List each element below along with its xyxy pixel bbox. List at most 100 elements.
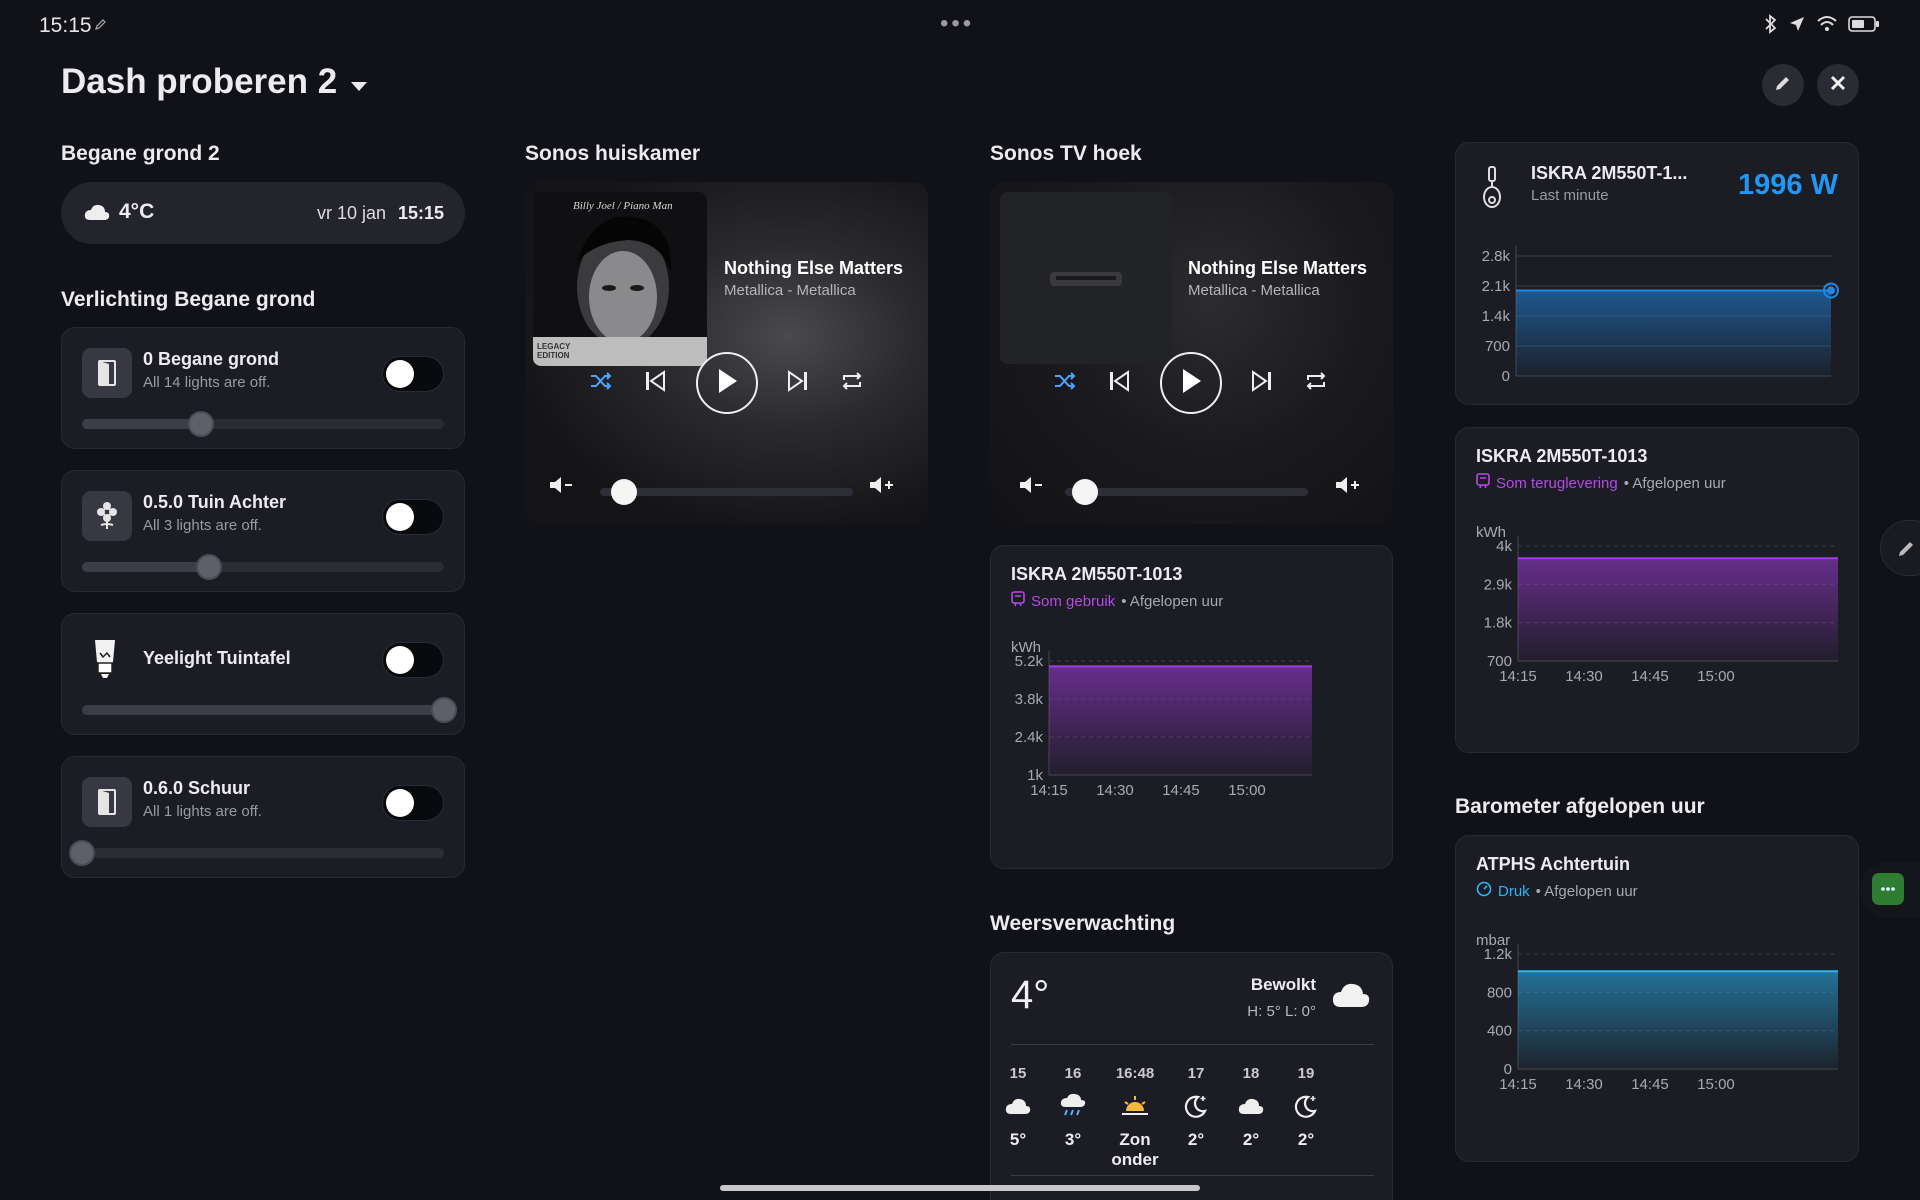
- slider-thumb[interactable]: [69, 840, 95, 866]
- current-temperature: 4°C: [119, 200, 155, 223]
- next-button[interactable]: [782, 367, 814, 399]
- brightness-slider[interactable]: [69, 840, 444, 866]
- graph-period: • Afgelopen uur: [1623, 474, 1726, 492]
- moon-icon: [1176, 1091, 1216, 1121]
- play-button[interactable]: [696, 352, 758, 414]
- volume-up-button[interactable]: [1334, 474, 1364, 500]
- moon-icon: [1286, 1091, 1326, 1121]
- status-time: 15:15: [39, 14, 92, 37]
- weather-forecast-card[interactable]: 4° Bewolkt H: 5° L: 0° 15 5° 16 3° 16:48 Zon …: [990, 952, 1393, 1200]
- brightness-slider[interactable]: [82, 554, 444, 580]
- dashboard-title[interactable]: Dash proberen 2: [61, 62, 369, 102]
- brightness-slider[interactable]: [82, 411, 444, 437]
- track-title: Nothing Else Matters: [724, 258, 904, 278]
- volume-up-icon: [868, 475, 898, 500]
- side-edit-handle[interactable]: [1880, 520, 1920, 576]
- current-date: vr 10 jan: [317, 203, 387, 223]
- forecast-label: 18: [1242, 1065, 1260, 1082]
- x-tick-label: 14:45: [1162, 782, 1200, 799]
- edit-button[interactable]: [1762, 64, 1804, 106]
- shuffle-button[interactable]: [1049, 367, 1081, 399]
- light-card-schuur[interactable]: 0.6.0 Schuur All 1 lights are off.: [61, 756, 465, 878]
- repeat-button[interactable]: [836, 367, 868, 399]
- flower-icon: [82, 491, 132, 541]
- x-tick-label: 14:15: [1499, 1076, 1537, 1093]
- bulb-icon: [87, 636, 123, 685]
- dashboard-title-text: Dash proberen 2: [61, 62, 338, 101]
- light-name: Yeelight Tuintafel: [143, 648, 291, 668]
- forecast-label: 17: [1187, 1065, 1205, 1082]
- weather-time-pill[interactable]: 4°C vr 10 jan 15:15: [61, 182, 465, 244]
- y-tick-label: 1.2k: [1484, 946, 1513, 963]
- light-card-yeelight[interactable]: Yeelight Tuintafel: [61, 613, 465, 735]
- pencil-small-icon: [95, 17, 107, 35]
- close-button[interactable]: [1817, 64, 1859, 106]
- light-toggle[interactable]: [382, 499, 444, 535]
- graph-metric: Druk: [1498, 882, 1530, 900]
- graph-chart-teruglevering: kWh7001.8k2.9k4k14:15 14:30 14:45 15:00: [1476, 524, 1839, 685]
- home-indicator[interactable]: [720, 1185, 1200, 1191]
- skip-previous-icon: [1108, 369, 1130, 397]
- slider-thumb[interactable]: [188, 411, 215, 437]
- door-icon: [82, 348, 132, 398]
- forecast-temp: 2°: [1297, 1130, 1315, 1149]
- cloud-icon: [1231, 1091, 1271, 1121]
- graph-chart-gebruik: kWh1k2.4k3.8k5.2k14:15 14:30 14:45 15:00: [1011, 639, 1313, 799]
- volume-down-button[interactable]: [548, 474, 574, 500]
- album-art: [1000, 192, 1172, 364]
- power-value: 1996 W: [1738, 169, 1838, 201]
- power-card[interactable]: ISKRA 2M550T-1... Last minute 1996 W 0 70…: [1455, 142, 1859, 405]
- repeat-icon: [1304, 371, 1328, 396]
- light-card-tuin-achter[interactable]: 0.5.0 Tuin Achter All 3 lights are off.: [61, 470, 465, 592]
- light-toggle[interactable]: [382, 642, 444, 678]
- light-status: All 1 lights are off.: [143, 803, 262, 820]
- volume-slider[interactable]: [1065, 488, 1308, 496]
- side-panel-handle[interactable]: [1860, 862, 1920, 918]
- next-button[interactable]: [1246, 367, 1278, 399]
- section-title-begane-grond: Begane grond 2: [61, 142, 220, 165]
- close-icon: [1830, 75, 1846, 96]
- media-player-tv-hoek[interactable]: Nothing Else Matters Metallica - Metalli…: [990, 182, 1393, 524]
- graph-metric: Som teruglevering: [1496, 474, 1618, 492]
- volume-thumb[interactable]: [611, 479, 637, 505]
- bluetooth-icon: [1764, 14, 1778, 39]
- play-icon: [716, 368, 738, 399]
- x-tick-label: 14:45: [1631, 668, 1669, 685]
- play-button[interactable]: [1160, 352, 1222, 414]
- previous-button[interactable]: [639, 367, 671, 399]
- graph-metric: Som gebruik: [1031, 592, 1116, 610]
- repeat-button[interactable]: [1300, 367, 1332, 399]
- graph-title: ISKRA 2M550T-1013: [1011, 564, 1183, 584]
- power-name: ISKRA 2M550T-1...: [1531, 163, 1688, 183]
- volume-down-button[interactable]: [1018, 474, 1044, 500]
- volume-thumb[interactable]: [1072, 479, 1098, 505]
- cloud-icon: [83, 202, 111, 227]
- y-tick-label: 2.8k: [1482, 248, 1511, 265]
- previous-button[interactable]: [1103, 367, 1135, 399]
- skip-next-icon: [1251, 369, 1273, 397]
- slider-thumb[interactable]: [431, 697, 457, 723]
- door-icon: [82, 777, 132, 827]
- graph-title: ATPHS Achtertuin: [1476, 854, 1631, 874]
- divider: [1011, 1175, 1374, 1176]
- series-area: [1518, 558, 1838, 661]
- volume-up-button[interactable]: [868, 474, 898, 500]
- album-badge-text: LEGACY EDITION: [537, 342, 571, 360]
- volume-slider[interactable]: [600, 488, 853, 496]
- graph-card-som-gebruik[interactable]: ISKRA 2M550T-1013 Som gebruik • Afgelope…: [990, 545, 1393, 869]
- media-player-huiskamer[interactable]: Billy Joel / Piano Man LEGACY EDITION No…: [525, 182, 928, 524]
- y-tick-label: 3.8k: [1015, 691, 1044, 708]
- shuffle-button[interactable]: [585, 367, 617, 399]
- x-tick-label: 15:00: [1228, 782, 1266, 799]
- light-toggle[interactable]: [382, 356, 444, 392]
- graph-card-som-teruglevering[interactable]: ISKRA 2M550T-1013 Som teruglevering • Af…: [1455, 427, 1859, 753]
- graph-card-barometer[interactable]: ATPHS Achtertuin Druk • Afgelopen uur mb…: [1455, 835, 1859, 1162]
- light-card-begane-grond[interactable]: 0 Begane grond All 14 lights are off.: [61, 327, 465, 449]
- status-bar: 15:15 •••: [0, 0, 1920, 50]
- brightness-slider[interactable]: [82, 697, 457, 723]
- skip-previous-icon: [644, 369, 666, 397]
- slider-thumb[interactable]: [195, 554, 222, 580]
- more-dots-icon[interactable]: •••: [940, 10, 974, 38]
- light-toggle[interactable]: [382, 785, 444, 821]
- wifi-icon: [1816, 15, 1838, 38]
